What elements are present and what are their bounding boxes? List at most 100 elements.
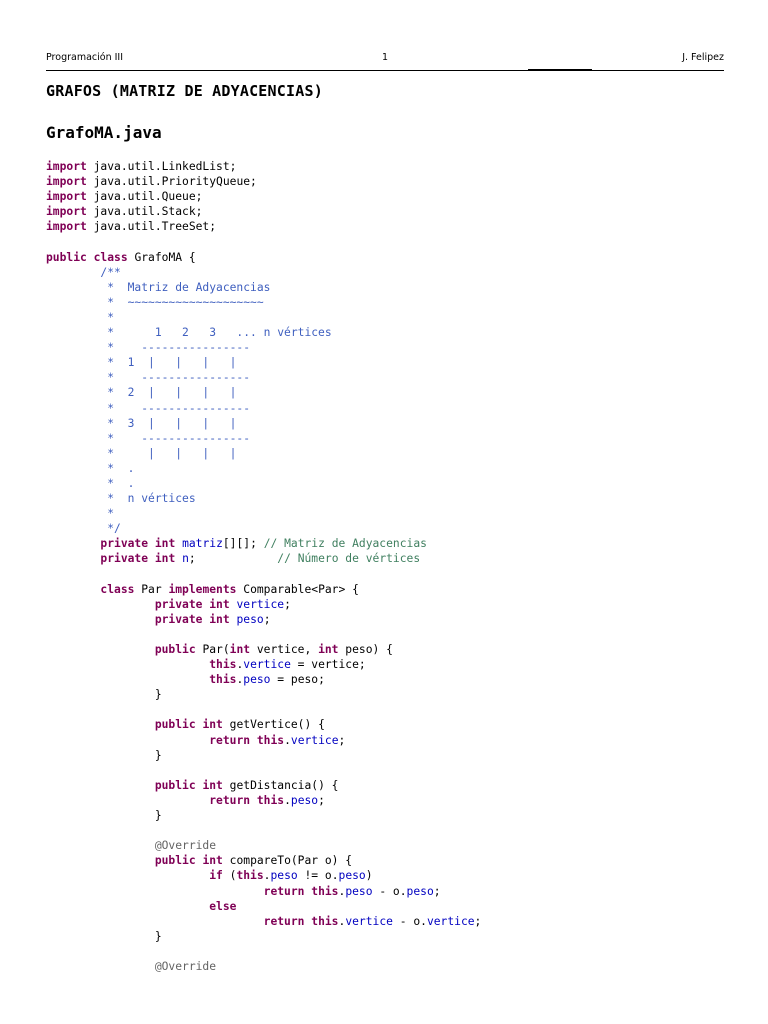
code-line: * 3 | | | | bbox=[46, 416, 746, 431]
javadoc-comment: * | | | | bbox=[46, 446, 237, 460]
code-line: * ---------------- bbox=[46, 431, 746, 446]
keyword: private bbox=[154, 612, 203, 626]
code-text: - o. bbox=[392, 914, 427, 928]
code-line: * ---------------- bbox=[46, 370, 746, 385]
code-text: ( bbox=[222, 869, 237, 883]
page-header: Programación III 1 J. Felipez bbox=[46, 52, 724, 68]
code-text: - o. bbox=[372, 884, 407, 898]
keyword: this bbox=[209, 658, 237, 672]
keyword: import bbox=[46, 205, 87, 219]
keyword: int bbox=[229, 643, 251, 656]
code-text: = vertice; bbox=[290, 658, 366, 672]
keyword: import bbox=[46, 220, 87, 234]
field-name: vertice bbox=[426, 914, 475, 928]
code-line: * . bbox=[46, 476, 746, 491]
javadoc-comment: * . bbox=[46, 461, 135, 475]
javadoc-comment: * 2 | | | | bbox=[46, 386, 237, 400]
field-name: peso bbox=[345, 884, 373, 898]
javadoc-comment: * 1 2 3 ... n vértices bbox=[46, 326, 332, 340]
keyword: class bbox=[93, 250, 128, 264]
annotation: @Override bbox=[154, 839, 217, 853]
field-name: n bbox=[182, 552, 189, 566]
keyword: return bbox=[263, 884, 305, 898]
code-line: return this.peso - o.peso; bbox=[46, 884, 746, 899]
code-line: return this.vertice; bbox=[46, 733, 746, 748]
keyword: int bbox=[154, 537, 176, 551]
code-line: private int n; // Número de vértices bbox=[46, 551, 746, 566]
javadoc-comment: * Matriz de Adyacencias bbox=[46, 280, 271, 294]
code-text: getDistancia() { bbox=[222, 778, 339, 792]
code-line: public int getDistancia() { bbox=[46, 778, 746, 793]
javadoc-comment: /** bbox=[46, 265, 121, 279]
keyword: public bbox=[154, 718, 196, 732]
line-comment: // Número de vértices bbox=[277, 552, 421, 566]
code-line: * n vértices bbox=[46, 491, 746, 506]
code-text: } bbox=[46, 688, 162, 702]
keyword: return bbox=[209, 793, 251, 807]
header-course: Programación III bbox=[46, 52, 124, 63]
code-line: private int peso; bbox=[46, 612, 746, 627]
code-text: getVertice() { bbox=[222, 718, 325, 732]
code-line: else bbox=[46, 899, 746, 914]
field-name: peso bbox=[406, 884, 434, 898]
code-line: public int getVertice() { bbox=[46, 717, 746, 732]
code-text: vertice, bbox=[250, 643, 319, 656]
code-line: } bbox=[46, 748, 746, 763]
keyword: import bbox=[46, 175, 87, 189]
code-text: compareTo(Par o) { bbox=[222, 854, 353, 868]
keyword: int bbox=[202, 718, 223, 732]
javadoc-comment: * ---------------- bbox=[46, 341, 251, 355]
code-line: import java.util.PriorityQueue; bbox=[46, 174, 746, 189]
code-text: ) bbox=[365, 869, 373, 883]
javadoc-comment: * bbox=[46, 310, 115, 324]
code-text: = peso; bbox=[270, 673, 325, 687]
code-line: import java.util.Queue; bbox=[46, 189, 746, 204]
keyword: return bbox=[209, 733, 251, 747]
code-text: Par bbox=[134, 582, 169, 596]
header-author: J. Felipez bbox=[682, 52, 724, 63]
keyword: int bbox=[202, 854, 223, 868]
javadoc-comment: * ~~~~~~~~~~~~~~~~~~~~ bbox=[46, 295, 264, 309]
code-line: * Matriz de Adyacencias bbox=[46, 280, 746, 295]
code-line: this.vertice = vertice; bbox=[46, 657, 746, 672]
header-rule-accent bbox=[528, 69, 592, 71]
field-name: peso bbox=[236, 612, 264, 626]
keyword: public bbox=[154, 643, 196, 656]
code-line: } bbox=[46, 929, 746, 944]
javadoc-comment: * ---------------- bbox=[46, 401, 251, 415]
code-line: @Override bbox=[46, 838, 746, 853]
field-name: vertice bbox=[243, 658, 291, 672]
field-name: peso bbox=[338, 869, 366, 883]
javadoc-comment: * bbox=[46, 507, 115, 521]
code-line: * 2 | | | | bbox=[46, 385, 746, 400]
code-line: this.peso = peso; bbox=[46, 672, 746, 687]
keyword: this bbox=[311, 884, 339, 898]
code-line: * ---------------- bbox=[46, 401, 746, 416]
keyword: else bbox=[209, 899, 237, 913]
code-line: * 1 | | | | bbox=[46, 355, 746, 370]
keyword: this bbox=[311, 914, 339, 928]
javadoc-comment: * ---------------- bbox=[46, 431, 251, 445]
keyword: this bbox=[209, 673, 237, 687]
javadoc-comment: * 3 | | | | bbox=[46, 416, 237, 430]
code-text: ; bbox=[263, 612, 271, 626]
code-text: ; bbox=[188, 552, 278, 566]
keyword: int bbox=[209, 612, 230, 626]
code-text: java.util.Stack; bbox=[86, 205, 203, 219]
